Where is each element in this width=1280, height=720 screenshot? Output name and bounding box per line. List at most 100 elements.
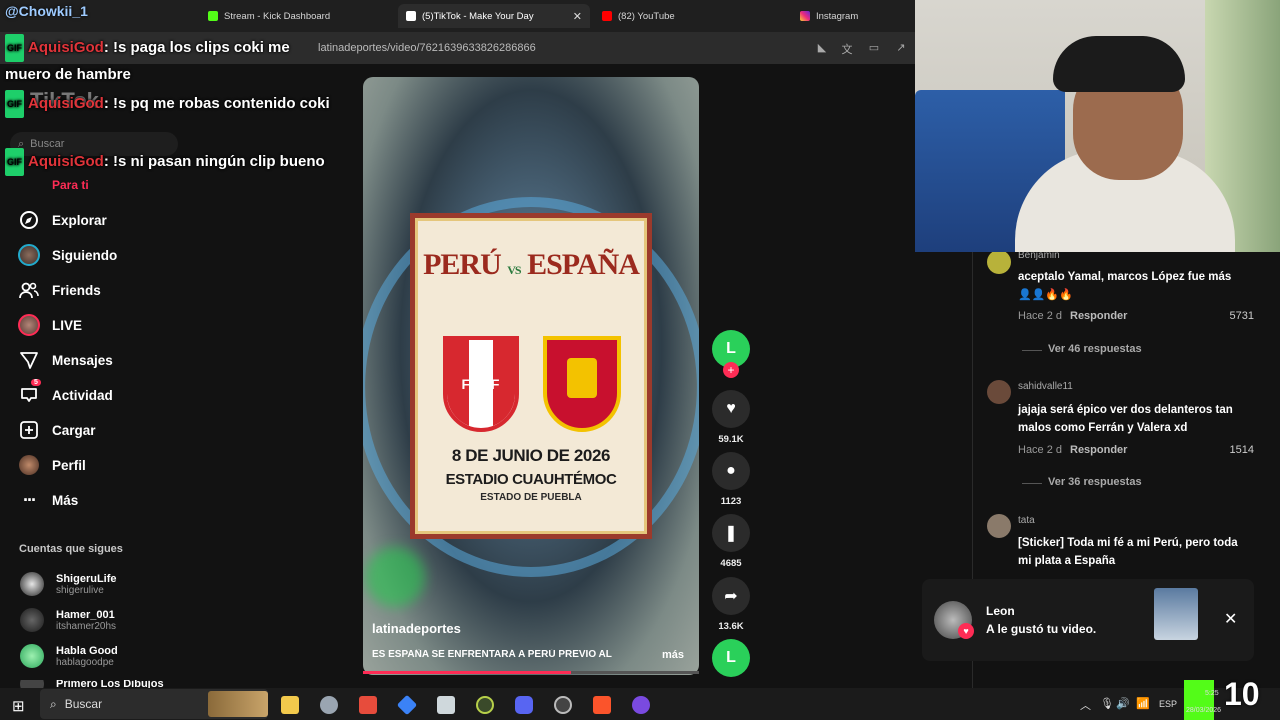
save-count: 4685 <box>720 558 742 569</box>
app-green-icon[interactable] <box>476 696 494 714</box>
account-name: Primero Los Dibujos <box>56 680 164 688</box>
app-purple-icon[interactable] <box>632 696 650 714</box>
sidebar-item-following[interactable]: Siguiendo <box>18 244 117 266</box>
video-progress-track[interactable] <box>363 671 699 674</box>
compass-icon <box>18 209 40 231</box>
share-icon[interactable]: ↗ <box>894 41 908 55</box>
sidebar-item-profile[interactable]: Perfil <box>18 454 86 476</box>
streamer-handle: @Chowkii_1 <box>5 3 88 19</box>
poster-team-left: PERÚ <box>423 248 502 281</box>
followed-account[interactable]: Hamer_001 itshamer20hs <box>20 608 116 632</box>
kick-favicon-icon <box>208 11 218 21</box>
sidebar-item-upload[interactable]: Cargar <box>18 419 96 441</box>
tab-kick[interactable]: Stream - Kick Dashboard <box>200 4 390 28</box>
volume-icon[interactable]: 🔊 <box>1116 697 1130 710</box>
input-language[interactable]: ESP <box>1159 699 1177 709</box>
chat-message: GIF AquisiGod: !s ni pasan ningún clip bu… <box>5 148 335 176</box>
comment-button[interactable]: ● <box>712 452 750 490</box>
reply-button[interactable]: Responder <box>1070 444 1127 456</box>
reader-mode-icon[interactable]: ◣ <box>815 41 829 55</box>
tab-youtube[interactable]: (82) YouTube <box>594 4 784 28</box>
clock-date[interactable]: 28/03/2026 <box>1186 707 1221 714</box>
clock-time[interactable]: 5:25 <box>1205 690 1219 697</box>
following-avatar-icon <box>18 244 40 266</box>
taskbar-search[interactable]: ⌕ Buscar <box>40 689 268 719</box>
reply-button[interactable]: Responder <box>1070 310 1127 322</box>
comment-bubble-icon: ● <box>726 462 736 479</box>
sidebar-item-activity[interactable]: 5 Actividad <box>18 379 113 406</box>
view-replies-button[interactable]: Ver 36 respuestas <box>1048 476 1142 488</box>
chat-username: AquisiGod <box>28 38 104 56</box>
avatar[interactable] <box>987 380 1011 404</box>
tray-chevron-icon[interactable]: ︿ <box>1080 697 1091 713</box>
translate-icon[interactable]: 文 <box>840 41 854 56</box>
poster-stadium: ESTADIO CUAUHTÉMOC <box>445 471 617 488</box>
windows-start-icon[interactable]: ⊞ <box>12 697 25 715</box>
like-notification[interactable]: ♥ Leon A le gustó tu video. ✕ <box>922 579 1254 661</box>
account-handle: shigerulive <box>56 584 104 596</box>
microphone-icon[interactable]: 🎙 <box>1100 697 1114 710</box>
comment-like-count[interactable]: 1514 <box>1200 444 1254 456</box>
comment-username[interactable]: tata <box>1018 515 1035 526</box>
cast-icon[interactable]: ▭ <box>867 41 881 55</box>
comment-text: jajaja será épico ver dos delanteros tan… <box>1018 404 1233 434</box>
instagram-favicon-icon <box>800 11 810 21</box>
heart-icon: ♥ <box>958 623 974 639</box>
discord-icon[interactable] <box>515 696 533 714</box>
taskbar-search-label: Buscar <box>64 697 103 711</box>
bookmark-icon: ❚ <box>724 525 738 542</box>
kick-follower-count: 10 <box>1224 676 1260 712</box>
sidebar-item-label: Actividad <box>52 387 113 403</box>
for-you-link[interactable]: Para ti <box>52 178 89 192</box>
avatar[interactable] <box>987 250 1011 274</box>
video-author[interactable]: latinadeportes <box>372 621 461 636</box>
followed-account[interactable]: ShigeruLife shigerulive <box>20 572 117 596</box>
sidebar-item-live[interactable]: LIVE <box>18 314 82 336</box>
like-button[interactable]: ♥ <box>712 390 750 428</box>
sidebar-item-explore[interactable]: Explorar <box>18 209 107 231</box>
close-icon[interactable]: ✕ <box>1224 609 1237 629</box>
avatar <box>20 572 44 596</box>
tab-instagram[interactable]: Instagram <box>792 4 912 28</box>
music-disc-icon[interactable]: L <box>712 639 750 677</box>
comment-username[interactable]: sahidvalle11 <box>1018 381 1073 392</box>
sidebar-item-more[interactable]: ··· Más <box>18 489 78 511</box>
tab-tiktok[interactable]: (5)TikTok - Make Your Day ✕ <box>398 4 590 28</box>
view-replies-button[interactable]: Ver 46 respuestas <box>1048 343 1142 355</box>
spain-shield <box>543 336 621 432</box>
close-tab-icon[interactable]: ✕ <box>573 10 582 23</box>
sidebar-item-messages[interactable]: Mensajes <box>18 349 113 371</box>
app-window-icon[interactable] <box>437 696 455 714</box>
account-handle: hablagoodpe <box>56 656 114 668</box>
sidebar-item-label: Explorar <box>52 212 107 228</box>
caption-more-link[interactable]: más <box>662 649 684 661</box>
webcam-person-hair <box>1053 36 1185 92</box>
chat-badge: GIF <box>5 34 24 62</box>
save-button[interactable]: ❚ <box>712 514 750 552</box>
webcam-overlay <box>915 0 1280 252</box>
chat-badge: GIF <box>5 148 24 176</box>
follow-plus-icon[interactable]: + <box>723 362 739 378</box>
notification-thumbnail <box>1154 588 1198 640</box>
heart-icon: ♥ <box>726 400 736 417</box>
file-explorer-icon[interactable] <box>281 696 299 714</box>
followed-account[interactable]: Habla Good hablagoodpe <box>20 644 118 668</box>
brave-browser-icon[interactable] <box>593 696 611 714</box>
followed-account[interactable]: Primero Los Dibujos <box>20 680 164 688</box>
account-name: Habla Good <box>56 644 118 657</box>
poster-team-right: ESPAÑA <box>527 248 640 281</box>
app-red-icon[interactable] <box>359 696 377 714</box>
chrome-icon[interactable] <box>320 696 338 714</box>
avatar <box>20 680 44 688</box>
comment-like-count[interactable]: 5731 <box>1200 310 1254 322</box>
share-button[interactable]: ➦ <box>712 577 750 615</box>
app-steam-icon[interactable] <box>554 696 572 714</box>
search-highlight-image <box>208 691 268 717</box>
profile-avatar-icon <box>18 454 40 476</box>
url-text[interactable]: latinadeportes/video/7621639633826286866 <box>318 42 536 54</box>
avatar[interactable] <box>987 514 1011 538</box>
chat-message: GIF AquisiGod: !s paga los clips coki me … <box>5 34 335 88</box>
wifi-icon[interactable]: 📶 <box>1136 697 1150 710</box>
sidebar-item-friends[interactable]: Friends <box>18 279 101 301</box>
friends-icon <box>18 279 40 301</box>
